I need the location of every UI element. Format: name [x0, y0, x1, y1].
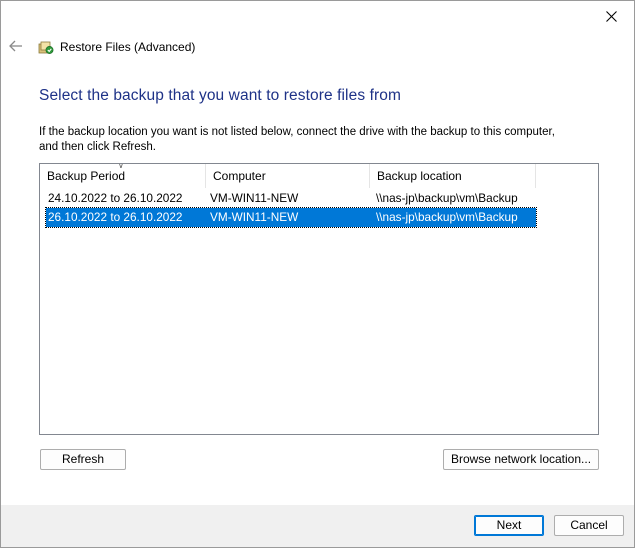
- column-header-backup-period[interactable]: ∨ Backup Period: [40, 164, 206, 188]
- browse-button-label: Browse network location...: [450, 452, 592, 466]
- cancel-button[interactable]: Cancel: [554, 515, 624, 536]
- dialog-footer: Next Cancel: [1, 505, 634, 547]
- column-label: Backup Period: [47, 169, 126, 183]
- next-button-label: Next: [496, 518, 522, 532]
- column-header-backup-location[interactable]: Backup location: [370, 164, 536, 188]
- cell-backup-period: 24.10.2022 to 26.10.2022: [48, 191, 183, 205]
- column-label: Backup location: [377, 169, 462, 183]
- backup-list[interactable]: ∨ Backup Period Computer Backup location…: [39, 163, 599, 435]
- cell-computer: VM-WIN11-NEW: [210, 191, 299, 205]
- list-header: ∨ Backup Period Computer Backup location: [40, 164, 598, 188]
- cell-backup-location: \\nas-jp\backup\vm\Backup: [376, 210, 518, 224]
- table-row-selected[interactable]: 26.10.2022 to 26.10.2022 VM-WIN11-NEW \\…: [45, 207, 537, 228]
- cell-computer: VM-WIN11-NEW: [210, 210, 299, 224]
- browse-network-location-button[interactable]: Browse network location...: [443, 449, 599, 470]
- table-row[interactable]: 24.10.2022 to 26.10.2022 VM-WIN11-NEW \\…: [46, 189, 536, 208]
- sort-chevron-icon: ∨: [118, 163, 124, 170]
- window-title: Restore Files (Advanced): [60, 40, 196, 54]
- refresh-button[interactable]: Refresh: [40, 449, 126, 470]
- back-button[interactable]: [6, 36, 26, 56]
- close-icon: [605, 10, 617, 22]
- restore-files-dialog: Restore Files (Advanced) Select the back…: [0, 0, 635, 548]
- next-button[interactable]: Next: [474, 515, 544, 536]
- page-heading: Select the backup that you want to resto…: [39, 87, 401, 104]
- restore-files-icon: [38, 41, 54, 54]
- refresh-button-label: Refresh: [61, 452, 105, 466]
- cell-backup-period: 26.10.2022 to 26.10.2022: [48, 210, 183, 224]
- close-button[interactable]: [588, 1, 634, 31]
- back-arrow-icon: [9, 40, 22, 52]
- instruction-text: If the backup location you want is not l…: [39, 126, 555, 153]
- title-bar: Restore Files (Advanced): [38, 37, 195, 57]
- column-header-computer[interactable]: Computer: [206, 164, 370, 188]
- cell-backup-location: \\nas-jp\backup\vm\Backup: [376, 191, 518, 205]
- cancel-button-label: Cancel: [570, 518, 608, 532]
- column-label: Computer: [213, 169, 266, 183]
